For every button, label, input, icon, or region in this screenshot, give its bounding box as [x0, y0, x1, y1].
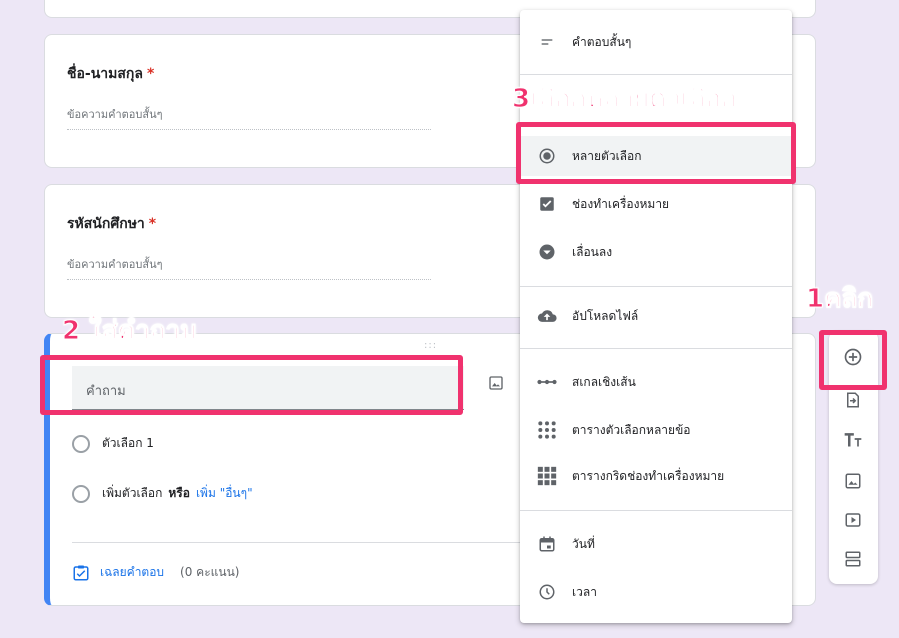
menu-item-label: เวลา	[572, 584, 597, 599]
question-title-text: รหัสนักศึกษา	[67, 216, 145, 232]
question-title: ชื่อ-นามสกุล *	[67, 63, 154, 85]
menu-item-label: วันที่	[572, 536, 595, 551]
menu-item-checkboxes[interactable]: ช่องทำเครื่องหมาย	[520, 184, 792, 224]
drag-handle-icon[interactable]: :::	[424, 340, 437, 351]
menu-item-linear-scale[interactable]: สเกลเชิงเส้น	[520, 362, 792, 402]
image-icon	[845, 473, 861, 489]
required-mark: *	[148, 216, 157, 232]
answer-key-icon	[73, 565, 89, 580]
section-icon	[845, 551, 861, 567]
add-option-link[interactable]: เพิ่มตัวเลือก	[102, 484, 162, 503]
calendar-icon	[536, 533, 558, 555]
add-option-row[interactable]: เพิ่มตัวเลือก หรือ เพิ่ม "อื่นๆ"	[72, 484, 253, 503]
video-icon	[845, 513, 861, 527]
radio-circle-icon	[72, 434, 90, 453]
option-row[interactable]: ตัวเลือก 1	[72, 434, 154, 453]
menu-item-multiple-choice-grid[interactable]: ตารางตัวเลือกหลายข้อ	[520, 410, 792, 450]
add-image-toolbar-button[interactable]	[841, 469, 865, 493]
option-label[interactable]: ตัวเลือก 1	[102, 434, 154, 453]
short-answer-placeholder: ข้อความคำตอบสั้นๆ	[67, 255, 431, 280]
linear-scale-icon	[536, 371, 558, 393]
menu-item-label: สเกลเชิงเส้น	[572, 374, 636, 389]
menu-item-time[interactable]: เวลา	[520, 572, 792, 612]
menu-separator	[520, 510, 792, 511]
cloud-upload-icon	[536, 305, 558, 327]
clock-icon	[536, 581, 558, 603]
import-questions-button[interactable]	[841, 388, 865, 412]
annotation-step-1: 1คลิก	[805, 284, 874, 315]
add-video-button[interactable]	[841, 508, 865, 532]
answer-key-link[interactable]: เฉลยคำตอบ	[100, 563, 164, 582]
highlight-question-field	[40, 355, 463, 415]
answer-key-row[interactable]: เฉลยคำตอบ (0 คะแนน)	[72, 563, 239, 582]
highlight-add-button	[819, 330, 887, 390]
dot-grid-icon	[536, 419, 558, 441]
highlight-multiple-choice	[516, 122, 796, 184]
menu-item-label: ตารางตัวเลือกหลายข้อ	[572, 422, 691, 437]
annotation-step-3: 3เลือกหลายตัวเลือก	[512, 84, 738, 115]
add-other-link[interactable]: เพิ่ม "อื่นๆ"	[196, 484, 253, 503]
menu-item-label: ช่องทำเครื่องหมาย	[572, 196, 670, 211]
image-icon	[489, 376, 503, 390]
question-title: รหัสนักศึกษา *	[67, 213, 156, 235]
menu-item-label: คำตอบสั้นๆ	[572, 34, 632, 49]
import-questions-icon	[847, 392, 859, 408]
question-title-text: ชื่อ-นามสกุล	[67, 66, 143, 82]
menu-item-date[interactable]: วันที่	[520, 524, 792, 564]
menu-item-label: อัปโหลดไฟล์	[572, 308, 639, 323]
required-mark: *	[146, 66, 155, 82]
short-answer-icon	[536, 31, 558, 53]
menu-item-short-answer[interactable]: คำตอบสั้นๆ	[520, 22, 792, 62]
menu-separator	[520, 348, 792, 349]
or-text: หรือ	[168, 486, 190, 500]
menu-item-checkbox-grid[interactable]: ตารางกริดช่องทำเครื่องหมาย	[520, 456, 792, 496]
add-image-button[interactable]	[485, 372, 507, 394]
points-label: (0 คะแนน)	[180, 565, 240, 579]
divider	[72, 542, 592, 543]
title-text-icon	[844, 433, 862, 447]
radio-circle-icon	[72, 484, 90, 503]
menu-item-dropdown[interactable]: เลื่อนลง	[520, 232, 792, 272]
add-section-button[interactable]	[841, 547, 865, 571]
annotation-step-2: 2 ใส่คำถาม	[61, 316, 198, 347]
menu-separator	[520, 74, 792, 75]
add-title-button[interactable]	[841, 427, 865, 451]
menu-item-file-upload[interactable]: อัปโหลดไฟล์	[520, 296, 792, 336]
dropdown-icon	[536, 241, 558, 263]
checkbox-grid-icon	[536, 465, 558, 487]
menu-item-label: เลื่อนลง	[572, 244, 613, 259]
checkbox-icon	[536, 193, 558, 215]
short-answer-placeholder: ข้อความคำตอบสั้นๆ	[67, 105, 431, 130]
menu-separator	[520, 286, 792, 287]
menu-item-label: ตารางกริดช่องทำเครื่องหมาย	[572, 468, 725, 483]
